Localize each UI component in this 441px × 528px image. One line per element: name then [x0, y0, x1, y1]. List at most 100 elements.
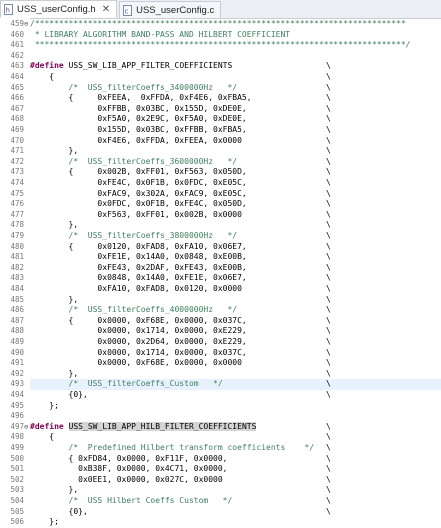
line-number: 502	[10, 474, 24, 484]
keyword-token: #define	[30, 61, 64, 71]
code-line[interactable]: 0x0000, 0x1714, 0x0000, 0xE229, \	[30, 326, 441, 337]
code-line[interactable]: 0x0000, 0x2D64, 0x0000, 0xE229, \	[30, 337, 441, 348]
line-number: 501	[10, 464, 24, 474]
code-editor[interactable]: 459 ⊖/***********************************…	[0, 18, 441, 526]
code-line[interactable]: 0xFE43, 0x2DAF, 0xFE43, 0xE00B, \	[30, 263, 441, 274]
code-line[interactable]: 0x0FDC, 0x0F1B, 0xFE4C, 0x050D, \	[30, 199, 441, 210]
comment-token: /*	[30, 82, 88, 92]
svg-text:c: c	[125, 7, 129, 15]
line-number: 490	[10, 347, 24, 357]
code-line[interactable]: 0x0848, 0x14A0, 0xFE1E, 0x06E7, \	[30, 273, 441, 284]
code-line[interactable]: 0xF563, 0xFF01, 0x002B, 0x0000 \	[30, 210, 441, 221]
code-line[interactable]: 0xF4E6, 0xFFDA, 0xFEEA, 0x0000 \	[30, 136, 441, 147]
line-number: 462	[10, 50, 24, 60]
code-token: },	[30, 485, 79, 495]
code-line[interactable]: { 0xFEEA, 0xFFDA, 0xF4E6, 0xFBA5, \	[30, 93, 441, 104]
code-line[interactable]: 0x0000, 0x1714, 0x0000, 0x037C, \	[30, 348, 441, 359]
code-line[interactable]: };	[30, 517, 441, 528]
code-line[interactable]: }, \	[30, 485, 441, 496]
line-continuation: \	[326, 464, 331, 474]
line-continuation: \	[326, 103, 331, 113]
code-line[interactable]: 0x155D, 0x03BC, 0xFFBB, 0xFBA5, \	[30, 125, 441, 136]
code-line[interactable]: 0xFE4C, 0x0F1B, 0x0FDC, 0xE05C, \	[30, 178, 441, 189]
code-line[interactable]: ****************************************…	[30, 40, 441, 51]
line-number: 474	[10, 178, 24, 187]
code-token: 0xFE4C, 0x0F1B, 0x0FDC, 0xE05C,	[30, 178, 247, 187]
code-line[interactable]: { 0x0120, 0xFAD8, 0xFA10, 0x06E7, \	[30, 242, 441, 253]
code-line[interactable]: 0x0000, 0xF68E, 0x0000, 0x0000 \	[30, 358, 441, 369]
line-continuation: \	[326, 199, 331, 209]
code-line[interactable]: /* USS_filterCoeffs_4000000Hz */ \	[30, 305, 441, 316]
code-token: 0xF4E6, 0xFFDA, 0xFEEA, 0x0000	[30, 135, 242, 145]
line-number: 498	[10, 432, 24, 442]
comment-token: /* Predefined Hilbert transform coeffici…	[30, 443, 315, 452]
code-line[interactable]: { 0x0000, 0xF68E, 0x0000, 0x037C, \	[30, 316, 441, 327]
line-number: 495	[10, 400, 24, 410]
code-line[interactable]: /* USS_filterCoeffs_3600000Hz */ \	[30, 157, 441, 168]
line-continuation: \	[326, 273, 331, 283]
code-line[interactable]: /* Predefined Hilbert transform coeffici…	[30, 443, 441, 454]
code-line[interactable]: }, \	[30, 146, 441, 157]
code-token: { 0x002B, 0xFF01, 0xF563, 0x050D,	[30, 167, 247, 177]
code-line[interactable]: /* USS Hilbert Coeffs Custom */ \	[30, 496, 441, 507]
code-line[interactable]: {\	[30, 432, 441, 443]
code-line[interactable]: {\	[30, 72, 441, 83]
line-continuation: \	[326, 178, 331, 187]
tab-uss-userconfig-c[interactable]: c USS_userConfig.c	[119, 1, 222, 18]
line-number: 470	[10, 135, 24, 145]
line-number: 481	[10, 252, 24, 262]
close-tab-icon[interactable]: ✕	[102, 4, 110, 15]
code-line[interactable]: }, \	[30, 369, 441, 380]
code-token: },	[30, 220, 79, 230]
code-line[interactable]: #define USS_SW_LIB_APP_FILTER_COEFFICIEN…	[30, 61, 441, 72]
tab-uss-userconfig-h[interactable]: h USS_userConfig.h ✕	[0, 0, 118, 18]
code-line[interactable]: 0xFA10, 0xFAD8, 0x0120, 0x0000 \	[30, 284, 441, 295]
code-line[interactable]: {0}, \	[30, 507, 441, 518]
line-number: 477	[10, 209, 24, 219]
code-line[interactable]: 0xFE1E, 0x14A0, 0x0848, 0xE00B, \	[30, 252, 441, 263]
line-number: 486	[10, 305, 24, 315]
line-continuation: \	[326, 379, 331, 389]
code-line[interactable]: { 0xFD84, 0x0000, 0xF11F, 0x0000, \	[30, 454, 441, 465]
code-line[interactable]: };	[30, 401, 441, 412]
line-continuation: \	[326, 156, 331, 166]
line-number: 476	[10, 199, 24, 209]
code-line[interactable]	[30, 51, 441, 62]
code-token: 0x155D, 0x03BC, 0xFFBB, 0xFBA5,	[30, 125, 247, 134]
code-line[interactable]: 0xF5A0, 0x2E9C, 0xF5A0, 0xDE0E, \	[30, 114, 441, 125]
code-line[interactable]: 0xB38F, 0x0000, 0x4C71, 0x0000, \	[30, 464, 441, 475]
code-line[interactable]: /* USS_filterCoeffs_Custom */ \	[30, 379, 441, 390]
code-line[interactable]: /* USS_filterCoeffs_3800000Hz */ \	[30, 231, 441, 242]
line-number: 500	[10, 453, 24, 463]
code-line[interactable]: }, \	[30, 220, 441, 231]
code-line[interactable]: {0}, \	[30, 390, 441, 401]
code-token: 0x0000, 0xF68E, 0x0000, 0x0000	[30, 358, 242, 368]
code-line[interactable]	[30, 411, 441, 422]
code-token: };	[30, 517, 59, 527]
code-line[interactable]: #define USS_SW_LIB_APP_HILB_FILTER_COEFF…	[30, 421, 441, 433]
keyword-token: #define	[30, 421, 64, 431]
line-continuation: \	[326, 146, 331, 156]
code-line[interactable]: { 0x002B, 0xFF01, 0xF563, 0x050D, \	[30, 167, 441, 178]
code-token: 0xFE43, 0x2DAF, 0xFE43, 0xE00B,	[30, 262, 247, 272]
code-line[interactable]: * LIBRARY ALGORITHM BAND-PASS AND HILBER…	[30, 30, 441, 41]
code-line[interactable]: 0xFAC9, 0x302A, 0xFAC9, 0xE05C, \	[30, 189, 441, 200]
line-number: 489	[10, 337, 24, 346]
code-line[interactable]: /* USS_filterCoeffs_3400000Hz */ \	[30, 83, 441, 94]
comment-token: /***************************************…	[30, 19, 406, 28]
code-line[interactable]: 0xFFBB, 0x03BC, 0x155D, 0xDE0E, \	[30, 104, 441, 115]
comment-token: USS_filterCoeffs_3400000Hz	[87, 82, 214, 92]
line-continuation: \	[326, 61, 331, 71]
line-number: 482	[10, 262, 24, 272]
code-line[interactable]: 0x0EE1, 0x0000, 0x027C, 0x0000 \	[30, 475, 441, 486]
line-number: 506	[10, 517, 24, 527]
line-number: 468	[10, 114, 24, 124]
code-token: 0xFA10, 0xFAD8, 0x0120, 0x0000	[30, 284, 242, 293]
line-number: 487	[10, 315, 24, 325]
comment-token: USS_filterCoeffs_4000000Hz	[87, 305, 214, 315]
code-line[interactable]: }, \	[30, 295, 441, 306]
source-file-icon: c	[123, 4, 133, 16]
comment-token: /*	[30, 305, 88, 315]
code-line[interactable]: /***************************************…	[30, 19, 441, 30]
